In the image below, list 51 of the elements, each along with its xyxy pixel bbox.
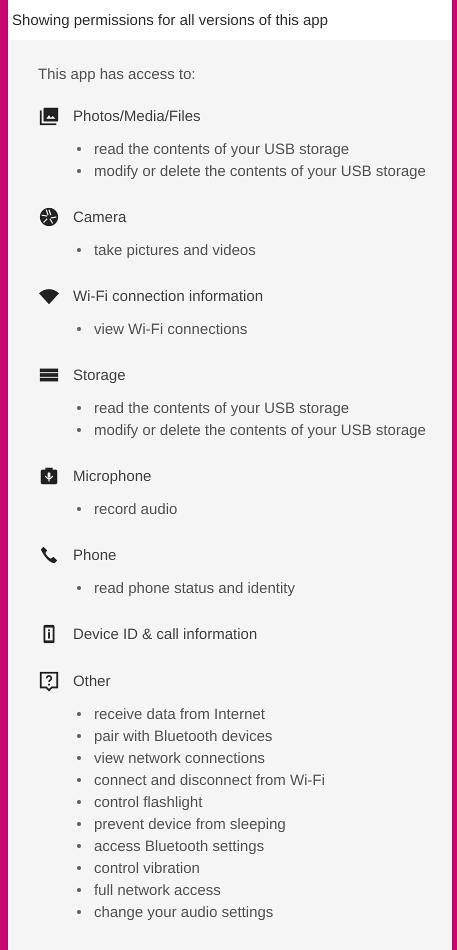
header-text: Showing permissions for all versions of this app (12, 12, 328, 28)
permission-item: view network connections (94, 750, 265, 766)
bullet-icon (77, 428, 81, 432)
bullet-icon (77, 866, 81, 870)
bullet-icon (77, 169, 81, 173)
permission-group-title: Storage (73, 366, 126, 384)
permission-item: change your audio settings (94, 904, 274, 920)
bullet-icon (77, 327, 81, 331)
bullet-icon (77, 586, 81, 590)
permission-group-title: Phone (73, 546, 116, 564)
permission-item: pair with Bluetooth devices (94, 728, 272, 744)
permission-group-title: Microphone (73, 468, 152, 484)
bullet-icon (77, 734, 81, 738)
bullet-icon (77, 756, 81, 760)
permission-item: modify or delete the contents of your USB storage (94, 162, 426, 180)
permission-item: control vibration (94, 860, 200, 876)
bullet-icon (77, 800, 81, 804)
bullet-icon (77, 712, 81, 716)
question-icon (38, 670, 60, 692)
permission-item: read the contents of your USB storage (94, 400, 350, 416)
bullet-icon (77, 507, 81, 511)
permission-group-title: Photos/Media/Files (73, 108, 201, 124)
permission-item: connect and disconnect from Wi-Fi (94, 772, 325, 788)
permission-item: read phone status and identity (94, 580, 295, 596)
permission-item: control flashlight (94, 794, 202, 810)
permission-item: prevent device from sleeping (94, 816, 286, 832)
bullet-icon (77, 888, 81, 892)
permission-item: full network access (94, 882, 221, 898)
permission-item: record audio (94, 500, 178, 518)
intro-text: This app has access to: (38, 65, 197, 85)
photos-icon (38, 105, 60, 127)
microphone-icon (38, 465, 60, 487)
bullet-icon (77, 248, 81, 252)
permission-item: modify or delete the contents of your USB storage (94, 422, 426, 438)
permission-item: take pictures and videos (94, 242, 256, 258)
phone-icon (38, 544, 60, 566)
bullet-icon (77, 406, 81, 410)
bullet-icon (77, 147, 81, 151)
permission-item: view Wi-Fi connections (94, 320, 248, 338)
permission-group-title: Other (73, 672, 111, 690)
bullet-icon (77, 910, 81, 914)
bullet-icon (77, 778, 81, 782)
bullet-icon (77, 844, 81, 848)
permission-group-title: Wi-Fi connection information (73, 288, 264, 304)
camera-icon (38, 206, 60, 228)
permission-item: receive data from Internet (94, 706, 265, 722)
permission-group-title: Camera (73, 208, 126, 226)
bullet-icon (77, 822, 81, 826)
permission-group-title: Device ID & call information (73, 626, 258, 642)
permission-item: access Bluetooth settings (94, 838, 264, 854)
permission-item: read the contents of your USB storage (94, 140, 350, 158)
